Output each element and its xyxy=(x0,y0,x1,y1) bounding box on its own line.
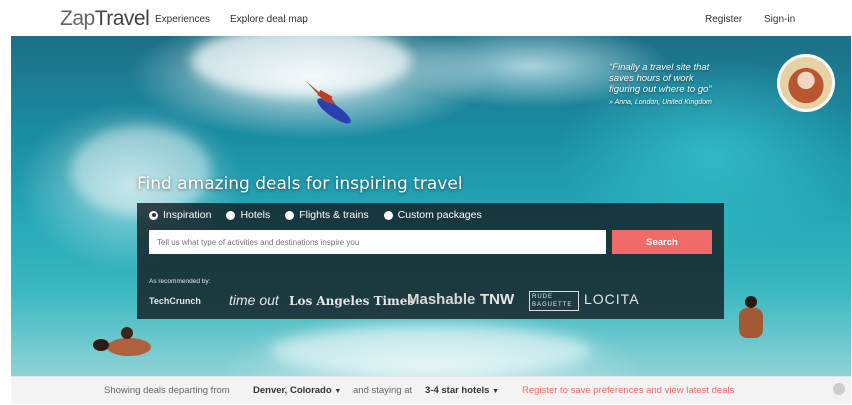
logo-zap-text: Zap xyxy=(60,7,95,30)
register-cta-link[interactable]: Register to save preferences and view la… xyxy=(522,385,734,396)
press-logo-rude-baguette: RUDE BAGUETTE xyxy=(529,291,579,311)
radio-hotels[interactable]: Hotels xyxy=(226,209,270,221)
chevron-down-icon: ▼ xyxy=(334,388,342,395)
radio-custom-packages[interactable]: Custom packages xyxy=(383,209,482,221)
zaptravel-logo[interactable]: ZapTravel xyxy=(60,7,150,31)
nav-link-experiences[interactable]: Experiences xyxy=(155,14,210,25)
radio-inspiration[interactable]: Inspiration xyxy=(149,209,211,221)
search-button[interactable]: Search xyxy=(612,230,712,254)
press-logo-mashable: Mashable xyxy=(407,291,476,308)
hero-headline: Find amazing deals for inspiring travel xyxy=(137,174,463,194)
swimmer-left xyxy=(93,327,151,356)
logo-travel-text: Travel xyxy=(94,7,150,30)
departure-city-value: Denver, Colorado xyxy=(253,385,332,396)
staying-at-text: and staying at xyxy=(353,385,413,396)
search-type-options: Inspiration Hotels Flights & trains Cust… xyxy=(149,209,482,221)
radio-unselected-icon xyxy=(383,210,393,220)
radio-label: Custom packages xyxy=(397,209,482,221)
surfer-figure xyxy=(306,81,351,124)
deal-preferences-bar: Showing deals departing from Denver, Col… xyxy=(11,376,851,404)
nav-link-register[interactable]: Register xyxy=(705,14,742,25)
hotel-stars-value: 3-4 star hotels xyxy=(425,385,490,396)
quote-line-3: figuring out where to go” xyxy=(609,84,712,95)
quote-author: » Anna, London, United Kingdom xyxy=(609,99,712,106)
top-navigation: ZapTravel Experiences Explore deal map R… xyxy=(0,0,852,36)
hero-banner: “Finally a travel site that saves hours … xyxy=(11,36,851,376)
radio-unselected-icon xyxy=(285,210,295,220)
departure-city-dropdown[interactable]: Denver, Colorado ▼ xyxy=(253,385,341,396)
press-logo-la-times: Los Angeles Times xyxy=(289,294,415,308)
nav-link-sign-in[interactable]: Sign-in xyxy=(764,14,795,25)
hotel-stars-dropdown[interactable]: 3-4 star hotels ▼ xyxy=(425,385,499,396)
radio-label: Flights & trains xyxy=(299,209,369,221)
radio-selected-icon xyxy=(149,210,158,220)
radio-label: Hotels xyxy=(240,209,271,221)
radio-flights-trains[interactable]: Flights & trains xyxy=(285,209,369,221)
quote-line-1: “Finally a travel site that xyxy=(609,62,710,73)
search-input[interactable] xyxy=(149,230,606,254)
radio-unselected-icon xyxy=(226,210,236,220)
radio-label: Inspiration xyxy=(163,209,212,221)
press-logo-locita: LOCITA xyxy=(584,291,640,307)
nav-link-explore-deal-map[interactable]: Explore deal map xyxy=(230,14,308,25)
press-logo-tnw: TNW xyxy=(480,291,515,308)
settings-icon[interactable] xyxy=(833,383,845,395)
departing-from-text: Showing deals departing from xyxy=(104,385,230,396)
press-logo-techcrunch: TechCrunch xyxy=(149,296,201,306)
testimonial-quote: “Finally a travel site that saves hours … xyxy=(609,62,759,108)
chevron-down-icon: ▼ xyxy=(492,388,499,395)
recommended-by-label: As recommended by: xyxy=(149,278,211,285)
testimonial-avatar xyxy=(777,54,835,112)
quote-line-2: saves hours of work xyxy=(609,73,694,84)
swimmer-right xyxy=(739,296,763,338)
press-logo-timeout: time out xyxy=(229,292,279,308)
search-panel: Inspiration Hotels Flights & trains Cust… xyxy=(137,203,724,319)
